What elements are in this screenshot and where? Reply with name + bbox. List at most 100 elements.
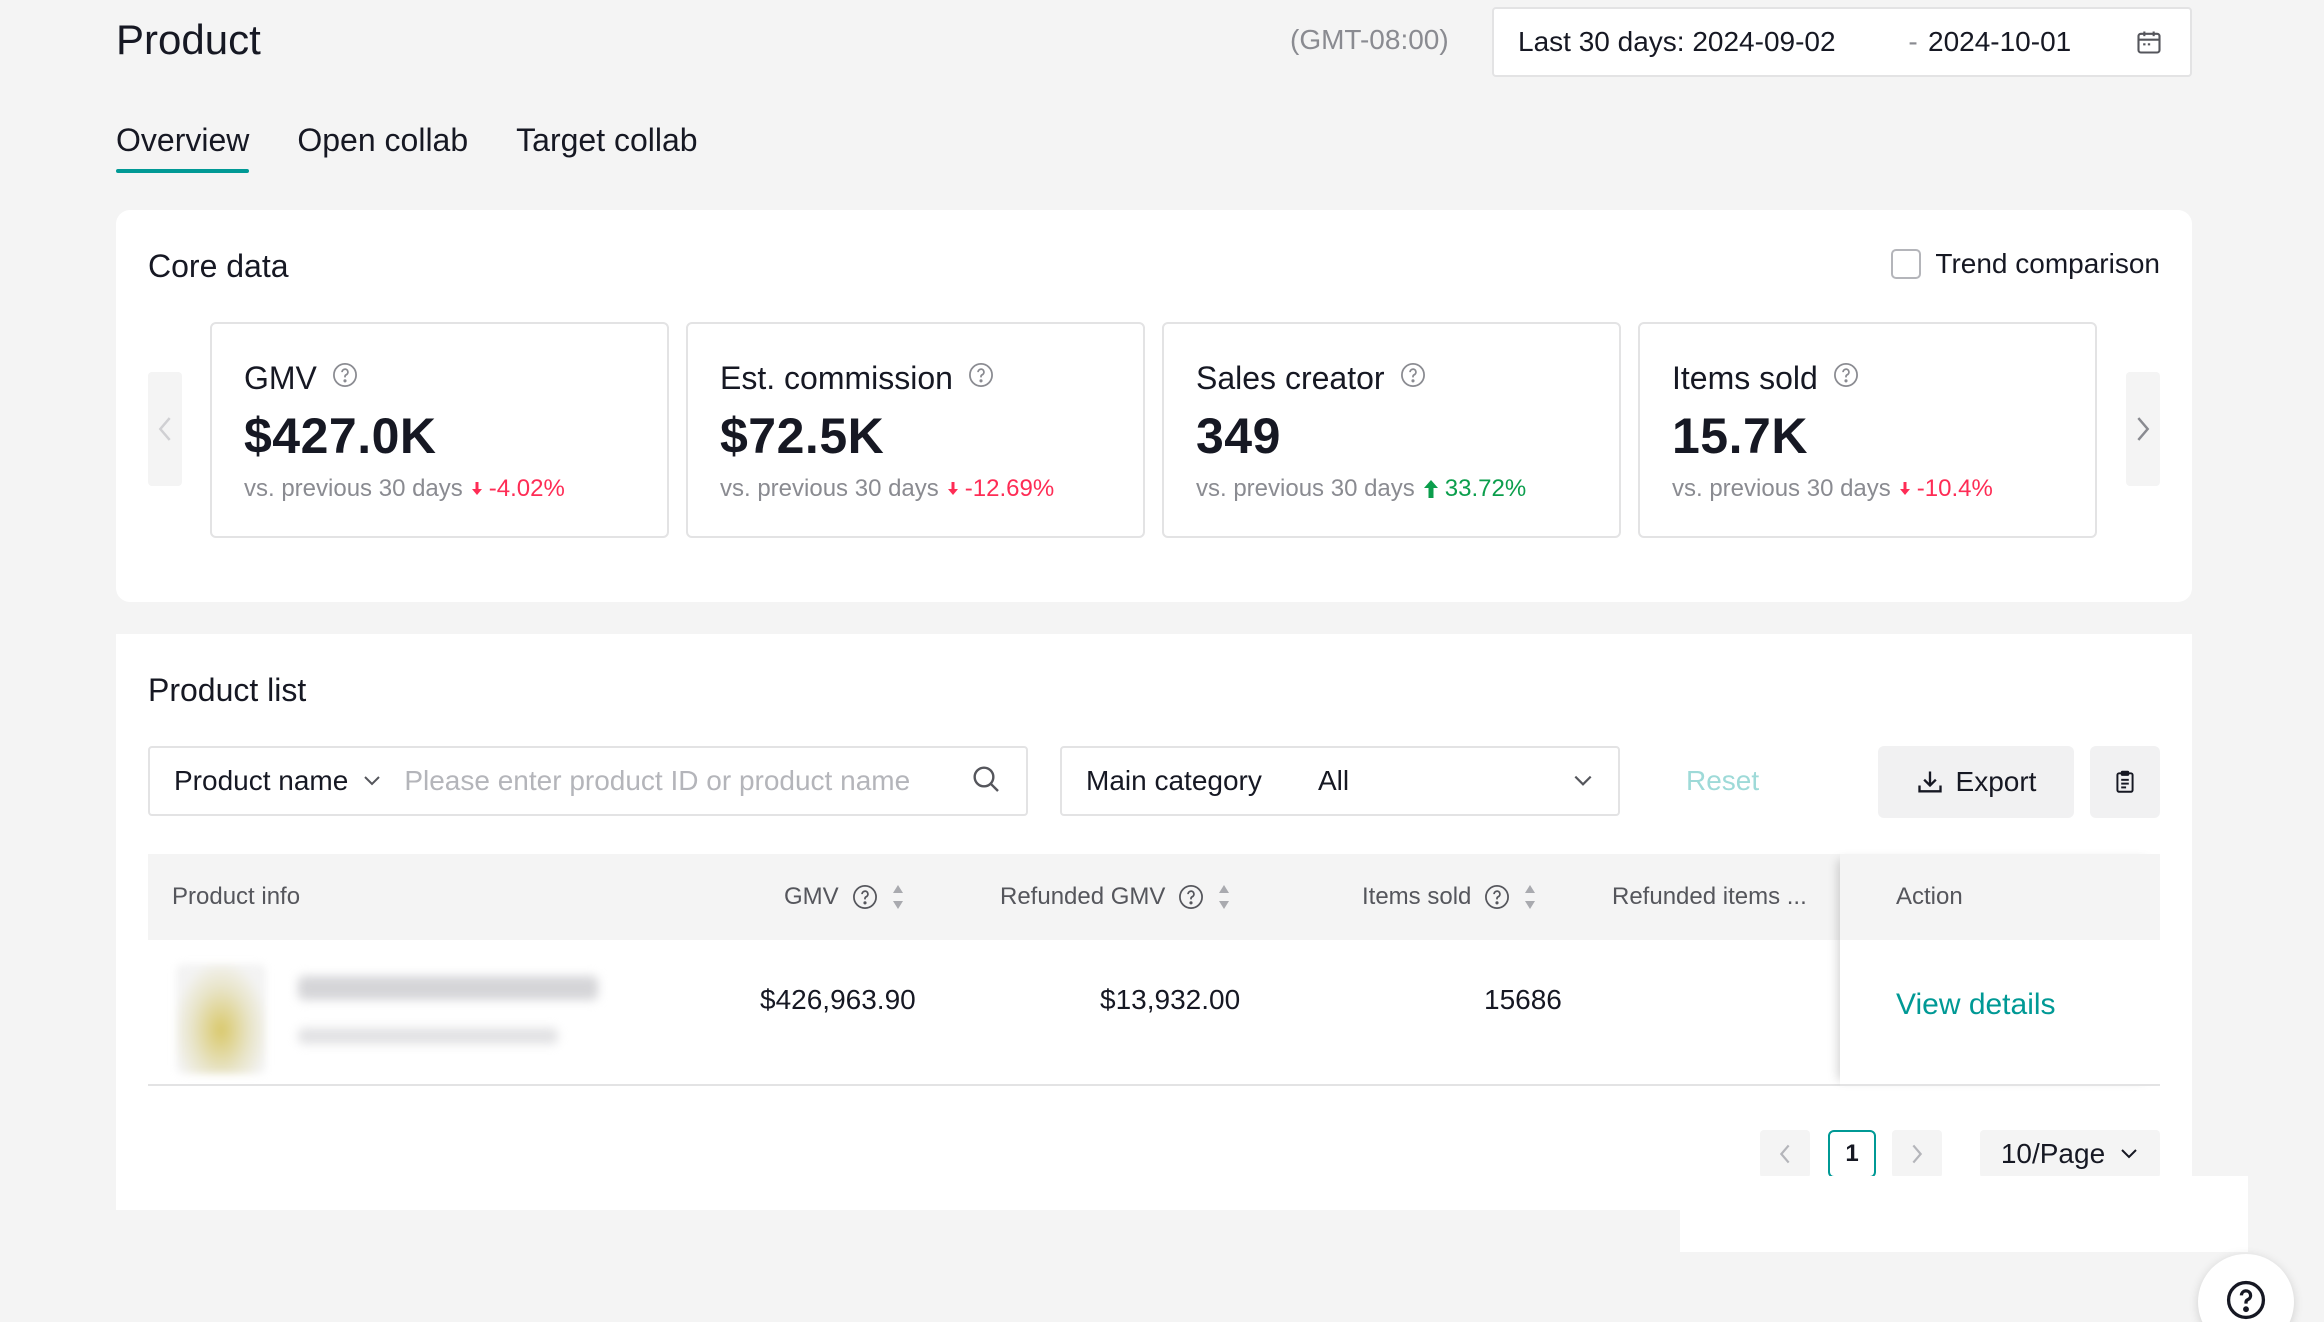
- delta-value: 33.72%: [1444, 475, 1527, 502]
- action-column: Action View details: [1840, 854, 2160, 1086]
- pagination-prev-button[interactable]: [1760, 1130, 1810, 1178]
- help-icon: [1179, 885, 1204, 909]
- search-input[interactable]: [404, 765, 970, 797]
- help-icon: [1485, 885, 1510, 909]
- metric-value: 349: [1196, 408, 1281, 464]
- pagination-page-1[interactable]: 1: [1828, 1130, 1876, 1178]
- arrow-up-icon: [1423, 480, 1438, 498]
- export-label: Export: [1955, 766, 2037, 797]
- sort-icon[interactable]: [891, 882, 905, 912]
- metric-label: GMV: [244, 360, 317, 396]
- export-button[interactable]: Export: [1878, 746, 2074, 818]
- reset-button[interactable]: Reset: [1686, 746, 1759, 816]
- delta: -10.4%: [1899, 475, 1993, 503]
- chevron-left-icon: [1779, 1144, 1790, 1164]
- cell-items-sold: 15686: [1484, 984, 1562, 1015]
- arrow-down-icon: [471, 482, 482, 495]
- trend-comparison-label: Trend comparison: [1935, 248, 2160, 279]
- column-header-items-sold[interactable]: Items sold: [1362, 854, 1537, 940]
- overlay-patch: [1680, 1176, 2248, 1252]
- tab-open-collab[interactable]: Open collab: [297, 122, 468, 173]
- help-icon[interactable]: [967, 360, 995, 397]
- product-table: Product info GMV Refunded GMV Items sold…: [148, 854, 2160, 1086]
- pagination-next-button[interactable]: [1892, 1130, 1942, 1178]
- delta: -12.69%: [947, 475, 1054, 503]
- tab-bar: Overview Open collab Target collab: [116, 122, 698, 173]
- product-thumbnail[interactable]: [176, 964, 266, 1074]
- date-separator: -: [1908, 26, 1918, 57]
- product-list-panel: Product list Product name Main category …: [116, 634, 2192, 1210]
- metric-label-row: Est. commission: [720, 360, 1111, 397]
- product-search: Product name: [148, 746, 1028, 816]
- cell-refunded-gmv: $13,932.00: [1100, 984, 1241, 1015]
- trend-comparison-checkbox[interactable]: [1891, 249, 1922, 279]
- chevron-down-icon: [364, 776, 381, 786]
- clipboard-icon: [2116, 770, 2134, 793]
- search-type-select[interactable]: Product name: [174, 765, 382, 797]
- column-label: Refunded items ...: [1612, 883, 1807, 910]
- metric-value: 15.7K: [1672, 408, 1808, 464]
- metric-label-row: GMV: [244, 360, 635, 397]
- help-icon[interactable]: [331, 360, 359, 397]
- chevron-down-icon: [1574, 775, 1592, 786]
- tab-overview[interactable]: Overview: [116, 122, 250, 173]
- compare-label: vs. previous 30 days: [1672, 475, 1891, 502]
- arrow-down-icon: [947, 482, 958, 495]
- metric-value: $72.5K: [720, 408, 885, 464]
- download-icon: [1917, 771, 1942, 793]
- product-id-blurred: [298, 1028, 558, 1044]
- column-header-refunded-items[interactable]: Refunded items ...: [1612, 854, 1807, 940]
- metric-compare: vs. previous 30 days -10.4%: [1672, 475, 2063, 503]
- page-size-label: 10/Page: [2000, 1138, 2106, 1169]
- metric-card-gmv[interactable]: GMV $427.0K vs. previous 30 days -4.02%: [210, 322, 669, 538]
- column-label: Items sold: [1362, 883, 1472, 910]
- metric-label-row: Items sold: [1672, 360, 2063, 397]
- metric-card-est-commission[interactable]: Est. commission $72.5K vs. previous 30 d…: [686, 322, 1145, 538]
- calendar-icon[interactable]: [2132, 25, 2166, 59]
- export-history-button[interactable]: [2090, 746, 2160, 818]
- view-details-link[interactable]: View details: [1896, 988, 2056, 1022]
- column-label: GMV: [784, 883, 839, 910]
- help-icon[interactable]: [1832, 360, 1860, 397]
- metric-card-items-sold[interactable]: Items sold 15.7K vs. previous 30 days -1…: [1638, 322, 2097, 538]
- metric-compare: vs. previous 30 days 33.72%: [1196, 475, 1587, 503]
- date-range-picker[interactable]: Last 30 days: 2024-09-02 - 2024-10-01: [1492, 7, 2192, 77]
- help-floating-button[interactable]: [2198, 1254, 2294, 1322]
- main-category-value: All: [1318, 765, 1350, 796]
- column-header-product-info: Product info: [172, 854, 300, 940]
- delta-value: -12.69%: [964, 475, 1055, 502]
- metric-compare: vs. previous 30 days -4.02%: [244, 475, 635, 503]
- delta-value: -4.02%: [488, 475, 565, 502]
- carousel-next-button[interactable]: [2126, 372, 2160, 486]
- help-icon[interactable]: [1399, 360, 1427, 397]
- main-category-label: Main category: [1086, 765, 1262, 796]
- column-header-gmv[interactable]: GMV: [784, 854, 905, 940]
- metric-label-row: Sales creator: [1196, 360, 1587, 397]
- search-type-label: Product name: [174, 765, 349, 796]
- core-data-panel: Core data Trend comparison GMV $427.0K v…: [116, 210, 2192, 602]
- metric-label: Est. commission: [720, 360, 953, 396]
- search-icon[interactable]: [970, 763, 1002, 800]
- core-data-title: Core data: [148, 248, 289, 284]
- date-end[interactable]: 2024-10-01: [1928, 26, 2132, 58]
- metric-card-sales-creator[interactable]: Sales creator 349 vs. previous 30 days 3…: [1162, 322, 1621, 538]
- tab-target-collab[interactable]: Target collab: [516, 122, 697, 173]
- product-name-blurred[interactable]: [298, 976, 598, 1000]
- sort-icon[interactable]: [1217, 882, 1231, 912]
- chevron-down-icon: [2121, 1149, 2137, 1159]
- column-header-refunded-gmv[interactable]: Refunded GMV: [1000, 854, 1231, 940]
- delta-value: -10.4%: [1916, 475, 1993, 502]
- column-header-action: Action: [1896, 883, 1963, 910]
- trend-comparison[interactable]: Trend comparison: [1891, 248, 2160, 280]
- page-title: Product: [116, 16, 261, 63]
- metric-label: Sales creator: [1196, 360, 1385, 396]
- arrow-down-icon: [1899, 482, 1910, 495]
- main-category-select[interactable]: Main category All: [1060, 746, 1620, 816]
- sort-icon[interactable]: [1523, 882, 1537, 912]
- page-size-select[interactable]: 10/Page: [1980, 1130, 2160, 1178]
- date-start[interactable]: Last 30 days: 2024-09-02: [1518, 26, 1898, 58]
- cell-gmv: $426,963.90: [760, 984, 916, 1015]
- carousel-prev-button[interactable]: [148, 372, 182, 486]
- compare-label: vs. previous 30 days: [1196, 475, 1415, 502]
- timezone-label: (GMT-08:00): [1290, 24, 1449, 55]
